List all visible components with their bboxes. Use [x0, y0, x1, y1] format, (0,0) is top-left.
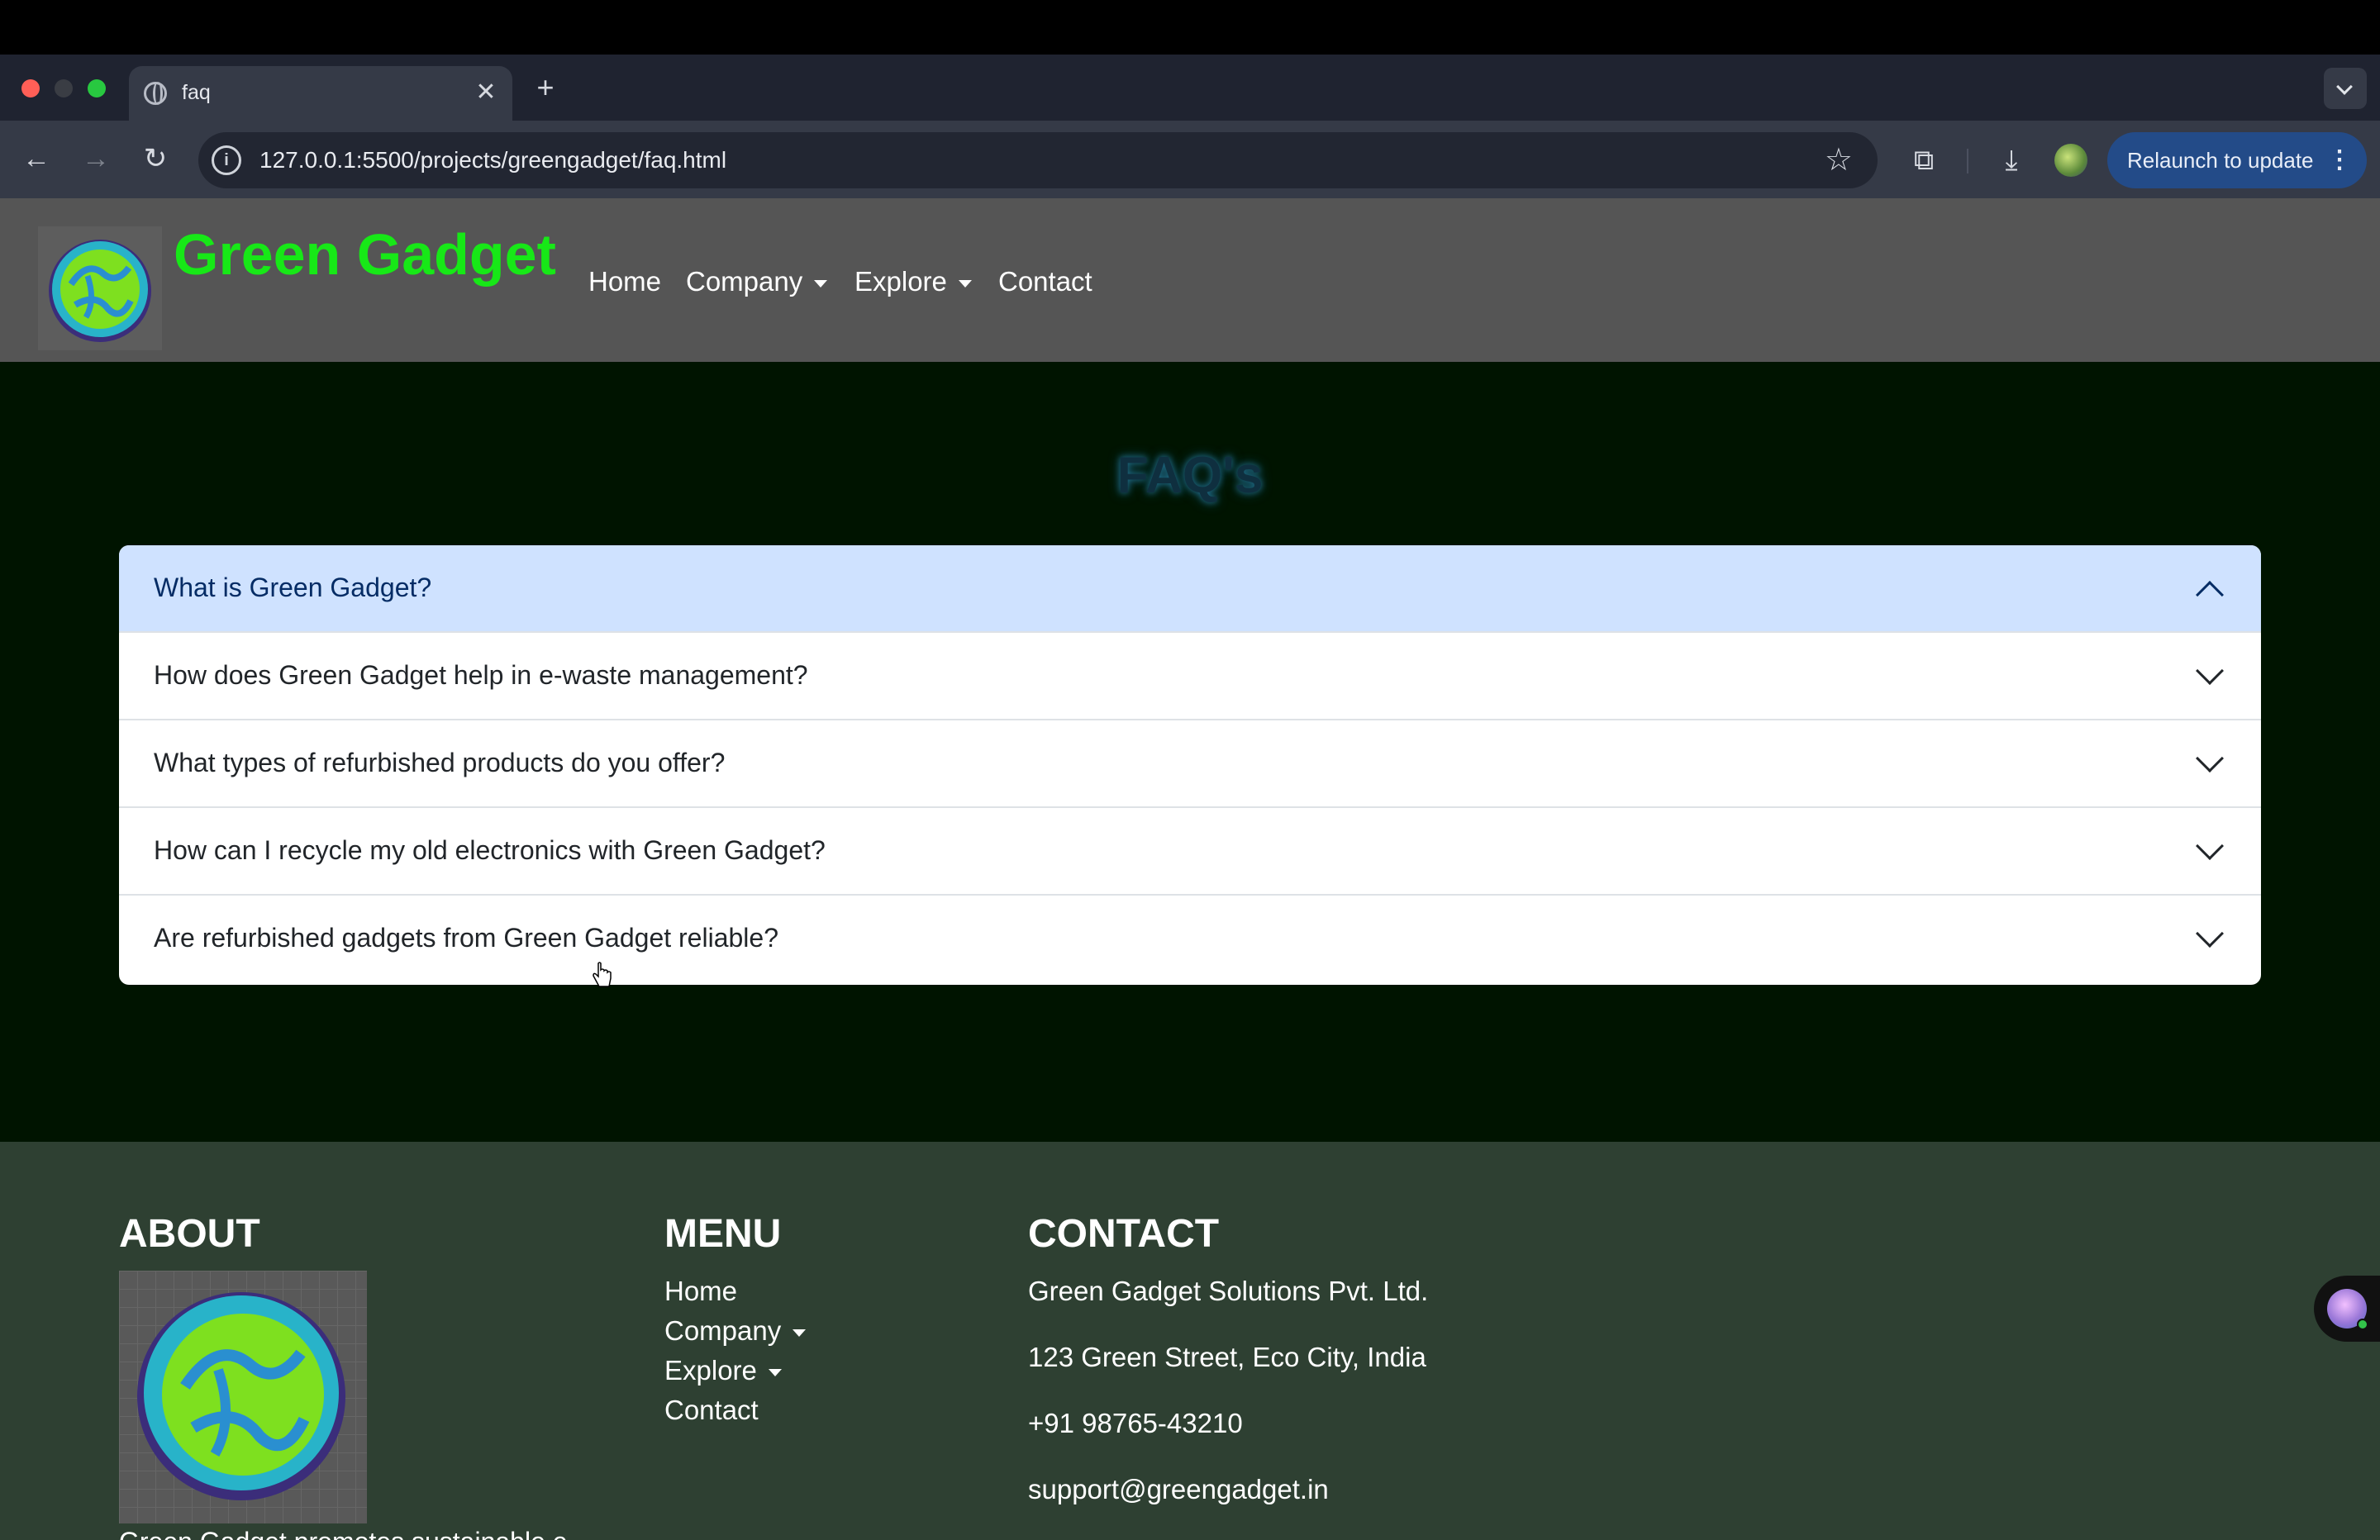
caret-down-icon	[793, 1328, 807, 1337]
nav-home[interactable]: Home	[588, 266, 661, 297]
footer-menu-explore-label: Explore	[664, 1355, 757, 1386]
footer-menu-company[interactable]: Company	[664, 1315, 807, 1347]
accordion-question: How can I recycle my old electronics wit…	[154, 835, 826, 865]
info-icon[interactable]: i	[212, 145, 241, 175]
extensions-icon[interactable]: ⧉	[1906, 142, 1942, 178]
footer-logo	[119, 1271, 367, 1523]
accordion-question: How does Green Gadget help in e-waste ma…	[154, 660, 808, 690]
profile-avatar[interactable]	[2054, 144, 2087, 177]
nav-company-label: Company	[686, 266, 803, 297]
footer-company-name: Green Gadget Solutions Pvt. Ltd.	[1028, 1276, 1429, 1306]
caret-down-icon	[768, 1368, 782, 1376]
chevron-down-icon	[2196, 920, 2224, 948]
chevron-down-icon	[2196, 832, 2224, 860]
logo-graphic	[49, 240, 151, 342]
nav-company[interactable]: Company	[686, 266, 828, 297]
footer-menu-contact[interactable]: Contact	[664, 1395, 759, 1426]
footer-menu-explore[interactable]: Explore	[664, 1355, 782, 1386]
back-icon[interactable]: ←	[20, 142, 53, 175]
nav-explore-label: Explore	[854, 266, 947, 297]
accordion-item[interactable]: How does Green Gadget help in e-waste ma…	[119, 633, 2261, 720]
faq-title: FAQ's	[1116, 447, 1264, 504]
browser-tab-active[interactable]: faq ✕	[129, 66, 512, 121]
site-logo[interactable]	[38, 226, 162, 350]
chevron-up-icon	[2196, 581, 2224, 609]
relaunch-label: Relaunch to update	[2127, 148, 2314, 173]
chevron-down-icon	[2196, 657, 2224, 685]
footer-menu-company-label: Company	[664, 1315, 782, 1346]
address-bar[interactable]: i 127.0.0.1:5500/projects/greengadget/fa…	[198, 132, 1878, 188]
footer-email: support@greengadget.in	[1028, 1474, 1329, 1504]
download-icon[interactable]: ⤓	[1993, 142, 2030, 178]
window-minimize-button[interactable]	[55, 79, 73, 97]
footer-about-text: Green Gadget promotes sustainable e	[119, 1527, 568, 1540]
url-text[interactable]: 127.0.0.1:5500/projects/greengadget/faq.…	[259, 147, 726, 173]
accordion-item[interactable]: Are refurbished gadgets from Green Gadge…	[119, 896, 2261, 983]
plus-icon[interactable]: +	[529, 71, 562, 104]
window-zoom-button[interactable]	[88, 79, 106, 97]
globe-icon	[144, 82, 167, 105]
faq-accordion: What is Green Gadget? How does Green Gad…	[119, 545, 2261, 985]
footer-menu-home[interactable]: Home	[664, 1276, 737, 1307]
footer-logo-graphic	[137, 1292, 345, 1500]
online-status-icon	[2357, 1319, 2368, 1330]
forward-icon[interactable]: →	[79, 142, 112, 175]
close-icon[interactable]: ✕	[471, 78, 501, 107]
accordion-item[interactable]: What types of refurbished products do yo…	[119, 720, 2261, 808]
chevron-down-icon	[2196, 744, 2224, 772]
footer-menu-heading: MENU	[664, 1212, 782, 1256]
accordion-item[interactable]: How can I recycle my old electronics wit…	[119, 808, 2261, 896]
toolbar-divider	[1967, 149, 1968, 173]
caret-down-icon	[814, 279, 828, 288]
accordion-question: What types of refurbished products do yo…	[154, 748, 726, 777]
brand-title[interactable]: Green Gadget	[174, 221, 556, 288]
screen-top-bar	[0, 0, 2380, 55]
footer-about-heading: ABOUT	[119, 1212, 260, 1256]
relaunch-button[interactable]: Relaunch to update ⋮	[2107, 132, 2367, 188]
more-icon[interactable]: ⋮	[2327, 132, 2352, 188]
nav-contact[interactable]: Contact	[998, 266, 1092, 297]
tab-search-button[interactable]	[2324, 68, 2367, 109]
window-close-button[interactable]	[21, 79, 40, 97]
footer-contact-heading: CONTACT	[1028, 1212, 1220, 1256]
accordion-question: What is Green Gadget?	[154, 573, 432, 602]
footer-address: 123 Green Street, Eco City, India	[1028, 1342, 1426, 1372]
accordion-question: Are refurbished gadgets from Green Gadge…	[154, 923, 778, 953]
accordion-item[interactable]: What is Green Gadget?	[119, 545, 2261, 633]
footer-phone: +91 98765-43210	[1028, 1408, 1243, 1438]
tab-title: faq	[182, 81, 211, 104]
caret-down-icon	[958, 279, 972, 288]
nav-explore[interactable]: Explore	[854, 266, 972, 297]
chat-widget-button[interactable]	[2314, 1276, 2380, 1342]
reload-icon[interactable]: ↻	[139, 142, 172, 175]
star-icon[interactable]: ☆	[1825, 142, 1853, 178]
hand-cursor-icon	[593, 962, 612, 987]
